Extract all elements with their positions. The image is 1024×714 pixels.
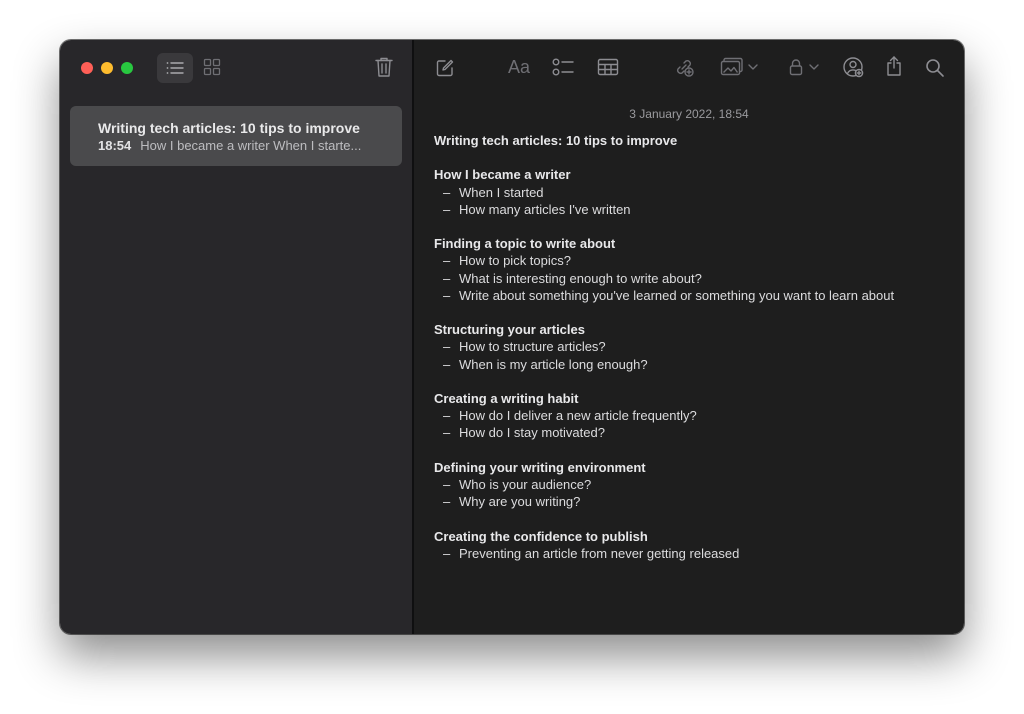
note-section: Finding a topic to write about – How to pi…: [434, 235, 944, 304]
list-item: – Why are you writing?: [434, 493, 944, 510]
list-item-text: Who is your audience?: [459, 476, 592, 492]
share-with-people-icon: [842, 56, 864, 78]
share-with-people-button[interactable]: [841, 56, 865, 78]
minimize-window-button[interactable]: [101, 62, 113, 74]
list-view-icon: [165, 60, 185, 76]
section-heading: How I became a writer: [434, 167, 571, 183]
note-list-title: Writing tech articles: 10 tips to improv…: [98, 120, 360, 136]
note-section: How I became a writer – When I started – How…: [434, 166, 944, 218]
section-heading: Creating the confidence to publish: [434, 528, 648, 544]
bullet-dash: –: [443, 408, 451, 424]
list-item-text: How do I stay motivated?: [459, 425, 605, 441]
note-list-meta: 18:54 How I became a writer When I starte…: [98, 138, 378, 153]
zoom-window-button[interactable]: [121, 62, 133, 74]
bullet-dash: –: [443, 201, 451, 217]
section-heading: Finding a topic to write about: [434, 236, 616, 252]
list-item-text: How do I deliver a new article frequentl…: [459, 408, 697, 424]
format-button[interactable]: Aa: [505, 56, 533, 78]
checklist-button[interactable]: [551, 56, 575, 78]
bullet-dash: –: [443, 270, 451, 286]
notes-window: Writing tech articles: 10 tips to improv…: [60, 40, 964, 634]
search-button[interactable]: [924, 57, 946, 79]
note-title: Writing tech articles: 10 tips to improv…: [434, 133, 678, 148]
media-button[interactable]: [719, 56, 759, 78]
gallery-view-button[interactable]: [202, 57, 222, 77]
search-icon: [925, 58, 945, 78]
sidebar: Writing tech articles: 10 tips to improv…: [60, 40, 412, 634]
note-date: 3 January 2022, 18:54: [629, 107, 749, 121]
new-note-button[interactable]: [434, 57, 456, 79]
section-heading: Creating a writing habit: [434, 390, 579, 406]
note-section: Defining your writing environment – Who is…: [434, 459, 944, 511]
note-editor[interactable]: Aa 3 January 2022, 18:54 Writing tech ar…: [414, 40, 964, 634]
table-icon: [597, 58, 619, 76]
list-item: – How to pick topics?: [434, 252, 944, 269]
note-list-item-selected[interactable]: Writing tech articles: 10 tips to improv…: [70, 106, 402, 166]
bullet-dash: –: [443, 476, 451, 492]
list-item: – What is interesting enough to write abo…: [434, 270, 944, 287]
list-item-text: When I started: [459, 184, 544, 200]
section-heading: Defining your writing environment: [434, 459, 646, 475]
list-item: – How do I stay motivated?: [434, 424, 944, 441]
list-item-text: Write about something you've learned or …: [459, 287, 895, 303]
compose-icon: [435, 58, 455, 78]
note-section: Creating a writing habit – How do I delive…: [434, 390, 944, 442]
bullet-dash: –: [443, 425, 451, 441]
list-item: – Write about something you've learned or…: [434, 287, 944, 304]
format-text-icon: Aa: [507, 56, 531, 77]
bullet-dash: –: [443, 253, 451, 269]
media-icon: [720, 57, 744, 77]
table-button[interactable]: [596, 57, 620, 77]
bullet-dash: –: [443, 339, 451, 355]
list-item: – How to structure articles?: [434, 338, 944, 355]
list-item: – When I started: [434, 184, 944, 201]
list-item-text: When is my article long enough?: [459, 356, 648, 372]
editor-toolbar: Aa: [414, 40, 964, 96]
share-icon: [885, 55, 903, 77]
list-item-text: What is interesting enough to write abou…: [459, 270, 702, 286]
section-heading: Structuring your articles: [434, 322, 585, 338]
note-section: Creating the confidence to publish – Preve…: [434, 528, 944, 562]
trash-icon: [374, 56, 394, 78]
close-window-button[interactable]: [81, 62, 93, 74]
note-list-time: 18:54: [98, 138, 132, 153]
gallery-view-icon: [203, 58, 221, 76]
share-button[interactable]: [883, 54, 905, 78]
delete-note-button[interactable]: [373, 56, 395, 78]
list-item: – When is my article long enough?: [434, 356, 944, 373]
list-item-text: How many articles I've written: [459, 201, 631, 217]
collaborate-button[interactable]: [672, 56, 696, 78]
bullet-dash: –: [443, 184, 451, 200]
collaborate-icon: [673, 56, 695, 78]
list-item: – How do I deliver a new article frequent…: [434, 407, 944, 424]
bullet-dash: –: [443, 356, 451, 372]
list-item-text: How to pick topics?: [459, 253, 571, 269]
chevron-down-icon: [809, 64, 819, 70]
note-list-preview: How I became a writer When I starte...: [140, 138, 362, 153]
list-view-button[interactable]: [157, 53, 193, 83]
checklist-icon: [552, 57, 574, 77]
lock-button[interactable]: [788, 56, 820, 78]
list-item-text: How to structure articles?: [459, 339, 606, 355]
list-item: – Who is your audience?: [434, 476, 944, 493]
note-section: Structuring your articles – How to structu…: [434, 321, 944, 373]
bullet-dash: –: [443, 545, 451, 561]
list-item-text: Why are you writing?: [459, 494, 581, 510]
lock-icon: [789, 58, 803, 76]
list-item: – How many articles I've written: [434, 201, 944, 218]
bullet-dash: –: [443, 287, 451, 303]
bullet-dash: –: [443, 494, 451, 510]
list-item: – Preventing an article from never gettin…: [434, 545, 944, 562]
list-item-text: Preventing an article from never getting…: [459, 545, 740, 561]
chevron-down-icon: [748, 64, 758, 70]
note-body[interactable]: Writing tech articles: 10 tips to improv…: [434, 132, 944, 562]
